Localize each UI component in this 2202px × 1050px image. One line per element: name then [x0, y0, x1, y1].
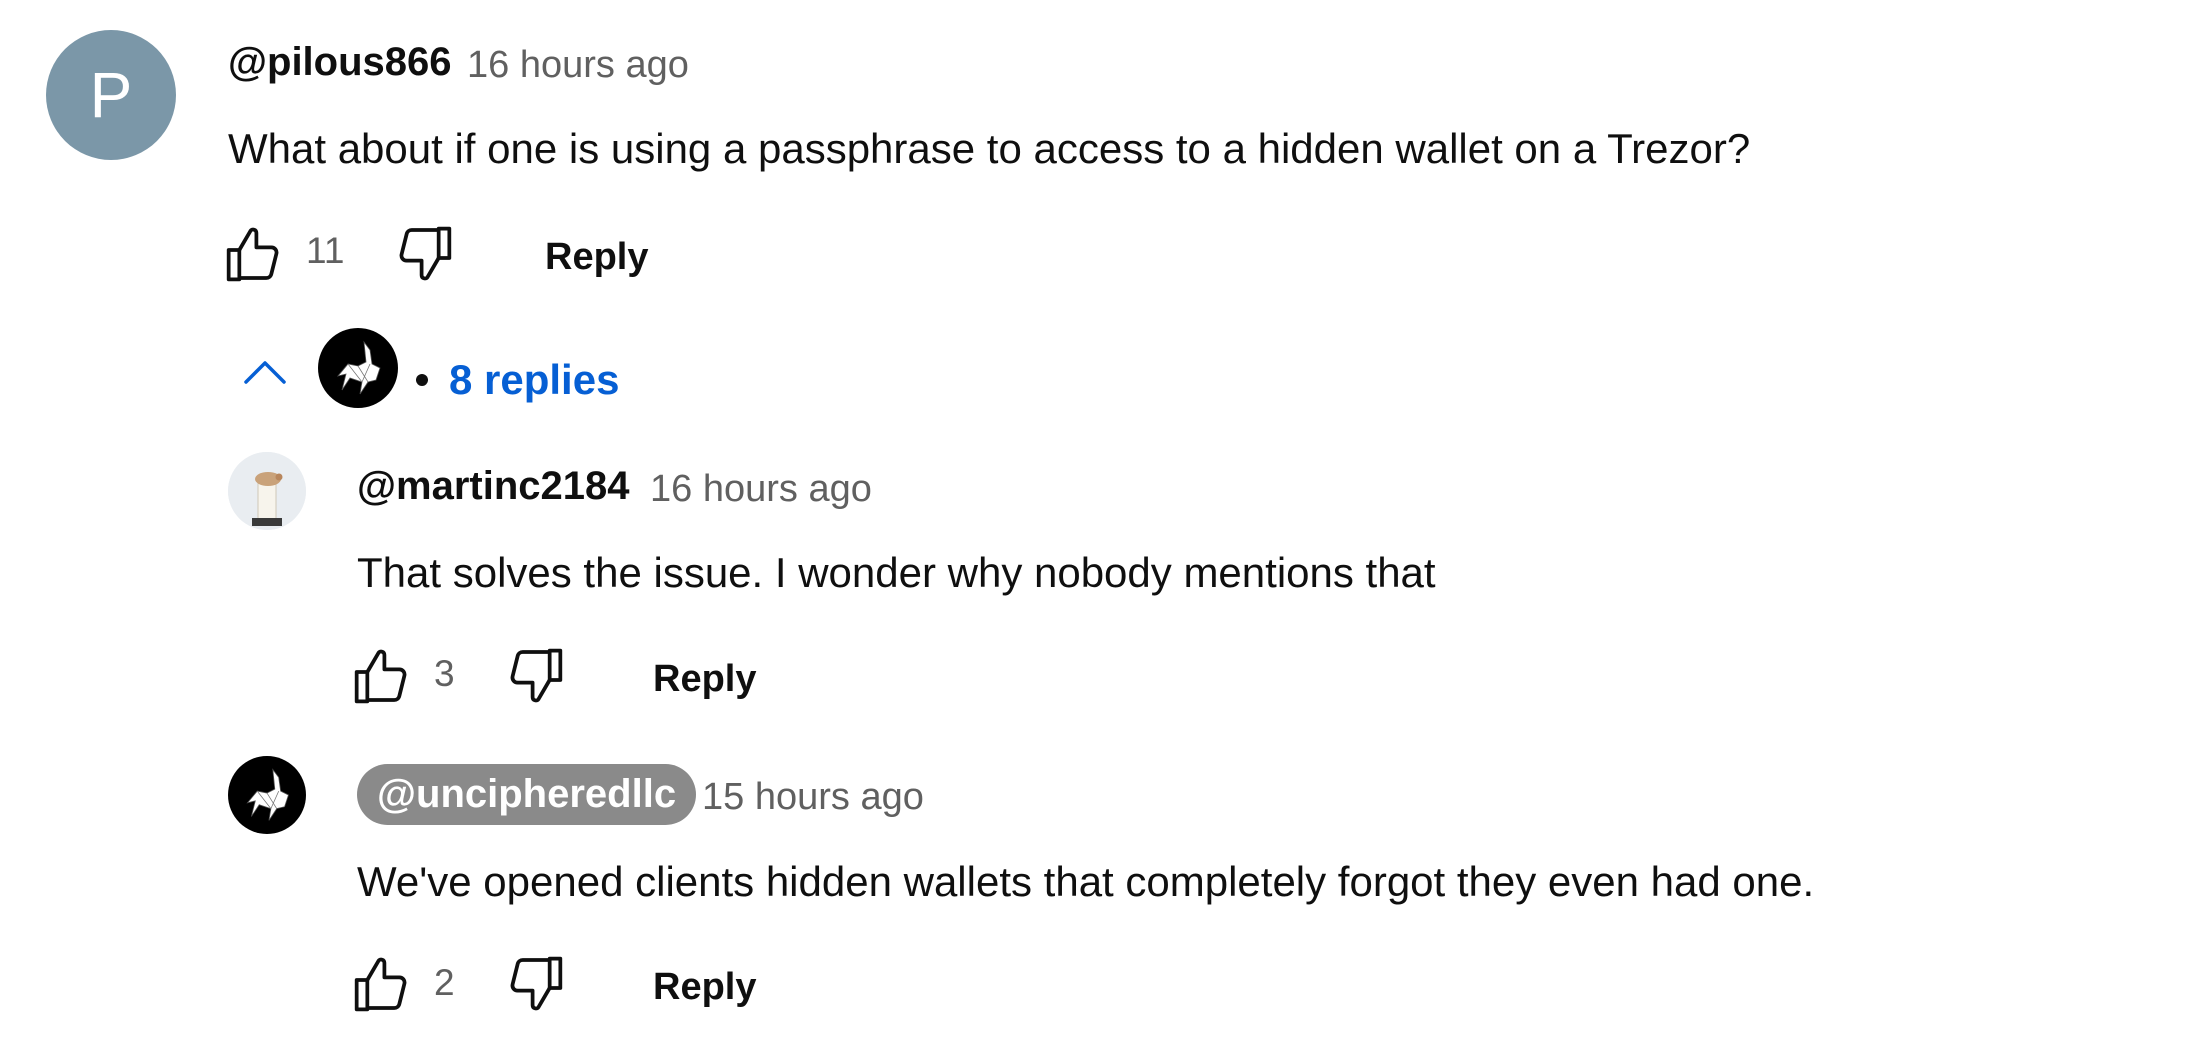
reply-dislike-button[interactable] [503, 644, 567, 708]
owner-reply-like-count: 2 [434, 962, 455, 1003]
comment-timestamp[interactable]: 16 hours ago [467, 44, 689, 87]
author-avatar[interactable]: P [46, 30, 176, 160]
chevron-up-icon [244, 361, 286, 384]
owner-avatar[interactable] [228, 756, 306, 834]
like-count: 11 [306, 230, 345, 271]
reply-author-avatar[interactable] [228, 452, 306, 530]
candle-pig-icon [228, 452, 306, 530]
origami-unicorn-icon [336, 340, 381, 395]
thumbs-down-icon [510, 956, 563, 1011]
reply-like-button[interactable] [350, 644, 414, 708]
collapse-replies-button[interactable] [240, 354, 290, 388]
reply-text: That solves the issue. I wonder why nobo… [357, 549, 1436, 596]
owner-reply-timestamp[interactable]: 15 hours ago [702, 776, 924, 819]
owner-reply-like-button[interactable] [350, 952, 414, 1016]
like-button[interactable] [222, 222, 286, 286]
thumbs-down-icon [399, 226, 452, 281]
creator-avatar [318, 328, 398, 408]
reply-like-count: 3 [434, 653, 455, 694]
reply-reply-button[interactable]: Reply [653, 658, 756, 701]
reply-timestamp[interactable]: 16 hours ago [650, 468, 872, 511]
comment-author[interactable]: @pilous866 [228, 40, 452, 85]
comment-text: What about if one is using a passphrase … [228, 125, 1751, 172]
reply-button[interactable]: Reply [545, 236, 648, 279]
replies-count-link[interactable]: 8 replies [449, 356, 619, 404]
owner-reply-reply-button[interactable]: Reply [653, 966, 756, 1009]
origami-unicorn-icon [246, 768, 289, 821]
avatar-letter: P [89, 59, 133, 131]
thumbs-up-icon [354, 957, 407, 1012]
dislike-button[interactable] [392, 222, 456, 286]
thumbs-down-icon [510, 648, 563, 703]
reply-author[interactable]: @martinc2184 [357, 464, 629, 509]
owner-author-badge[interactable]: @uncipheredllc [357, 764, 697, 825]
thumbs-up-icon [226, 227, 279, 282]
owner-reply-dislike-button[interactable] [503, 952, 567, 1016]
owner-reply-text: We've opened clients hidden wallets that… [357, 858, 1815, 905]
separator-dot [416, 374, 428, 386]
thumbs-up-icon [354, 649, 407, 704]
